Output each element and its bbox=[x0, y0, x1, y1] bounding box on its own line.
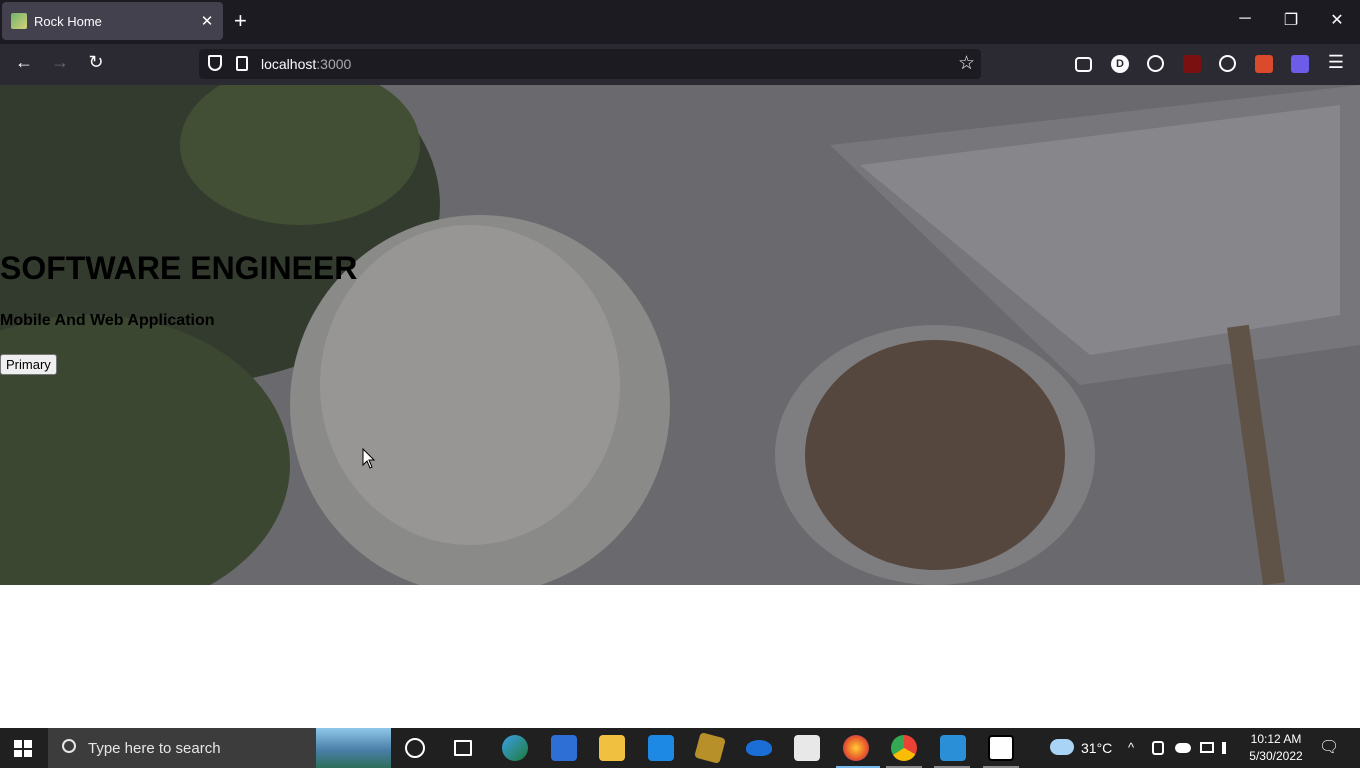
pocket-icon[interactable] bbox=[1075, 57, 1092, 72]
red-extension-icon[interactable] bbox=[1183, 55, 1201, 73]
back-button[interactable]: ← bbox=[12, 52, 36, 73]
volume-icon[interactable] bbox=[1222, 742, 1234, 754]
chrome-icon[interactable] bbox=[891, 735, 917, 761]
tracking-protection-icon[interactable] bbox=[208, 55, 222, 71]
profile-avatar[interactable]: D bbox=[1111, 55, 1129, 73]
weather-cloud-icon[interactable] bbox=[1050, 739, 1074, 755]
taskbar: Type here to search 31°C ^ 10:12 AM 5/30… bbox=[0, 728, 1360, 768]
cortana-icon[interactable] bbox=[405, 738, 425, 758]
forward-button[interactable]: → bbox=[48, 52, 72, 73]
url-port: :3000 bbox=[316, 56, 352, 72]
url-text[interactable]: localhost:3000 bbox=[261, 56, 351, 72]
weather-temperature[interactable]: 31°C bbox=[1081, 740, 1112, 756]
onedrive-icon[interactable] bbox=[746, 740, 772, 756]
taskbar-search[interactable]: Type here to search bbox=[48, 728, 391, 768]
edge-icon[interactable] bbox=[502, 735, 528, 761]
favicon-icon bbox=[11, 13, 27, 29]
clock-time: 10:12 AM bbox=[1250, 732, 1302, 746]
search-highlight-image bbox=[316, 728, 391, 768]
primary-button[interactable]: Primary bbox=[0, 354, 57, 375]
mouse-cursor-icon bbox=[362, 448, 376, 469]
address-bar[interactable]: localhost:3000 ☆ bbox=[199, 49, 981, 79]
store-icon[interactable] bbox=[551, 735, 577, 761]
network-icon[interactable] bbox=[1200, 742, 1214, 753]
clock[interactable]: 10:12 AM 5/30/2022 bbox=[1244, 731, 1308, 765]
url-host: localhost bbox=[261, 56, 317, 72]
bookmark-star-icon[interactable]: ☆ bbox=[958, 52, 975, 75]
purple-extension-icon[interactable] bbox=[1291, 55, 1309, 73]
orange-extension-icon[interactable] bbox=[1255, 55, 1273, 73]
tab-close-icon[interactable]: ✕ bbox=[200, 12, 214, 30]
firefox-icon[interactable] bbox=[843, 735, 869, 761]
mail-icon[interactable] bbox=[648, 735, 674, 761]
globe-extension-icon[interactable] bbox=[1147, 55, 1164, 72]
restore-button[interactable]: ❐ bbox=[1276, 10, 1306, 30]
search-placeholder: Type here to search bbox=[88, 740, 221, 757]
menu-button[interactable]: ☰ bbox=[1324, 52, 1348, 73]
snipping-tool-icon[interactable] bbox=[794, 735, 820, 761]
onedrive-tray-icon[interactable] bbox=[1175, 743, 1191, 753]
hero-overlay bbox=[0, 85, 1360, 585]
search-icon bbox=[62, 739, 76, 753]
hero-title: SOFTWARE ENGINEER bbox=[0, 250, 358, 286]
tab-title: Rock Home bbox=[34, 13, 102, 29]
windows-start-icon[interactable] bbox=[14, 740, 32, 757]
task-view-icon[interactable] bbox=[454, 740, 472, 756]
navigation-toolbar: ← → ↻ localhost:3000 ☆ D ☰ bbox=[0, 44, 1360, 85]
sync-extension-icon[interactable] bbox=[1219, 55, 1236, 72]
tab-strip: Rock Home ✕ + ─ ❐ ✕ bbox=[0, 0, 1360, 44]
clock-date: 5/30/2022 bbox=[1249, 749, 1303, 763]
new-tab-button[interactable]: + bbox=[234, 10, 247, 32]
tab-rock-home[interactable]: Rock Home ✕ bbox=[2, 2, 223, 40]
hero-subtitle: Mobile And Web Application bbox=[0, 312, 215, 329]
notification-icon[interactable]: 🗨 bbox=[1319, 737, 1339, 757]
notion-icon[interactable] bbox=[988, 735, 1014, 761]
file-explorer-icon[interactable] bbox=[599, 735, 625, 761]
vscode-icon[interactable] bbox=[940, 735, 966, 761]
app-icon[interactable] bbox=[694, 732, 726, 764]
minimize-button[interactable]: ─ bbox=[1230, 10, 1260, 28]
page-info-icon[interactable] bbox=[236, 56, 248, 71]
reload-button[interactable]: ↻ bbox=[84, 52, 108, 73]
meet-now-icon[interactable] bbox=[1152, 741, 1164, 755]
hero-section: SOFTWARE ENGINEER Mobile And Web Applica… bbox=[0, 85, 1360, 585]
hidden-icons-chevron[interactable]: ^ bbox=[1128, 740, 1134, 755]
close-window-button[interactable]: ✕ bbox=[1322, 10, 1352, 30]
